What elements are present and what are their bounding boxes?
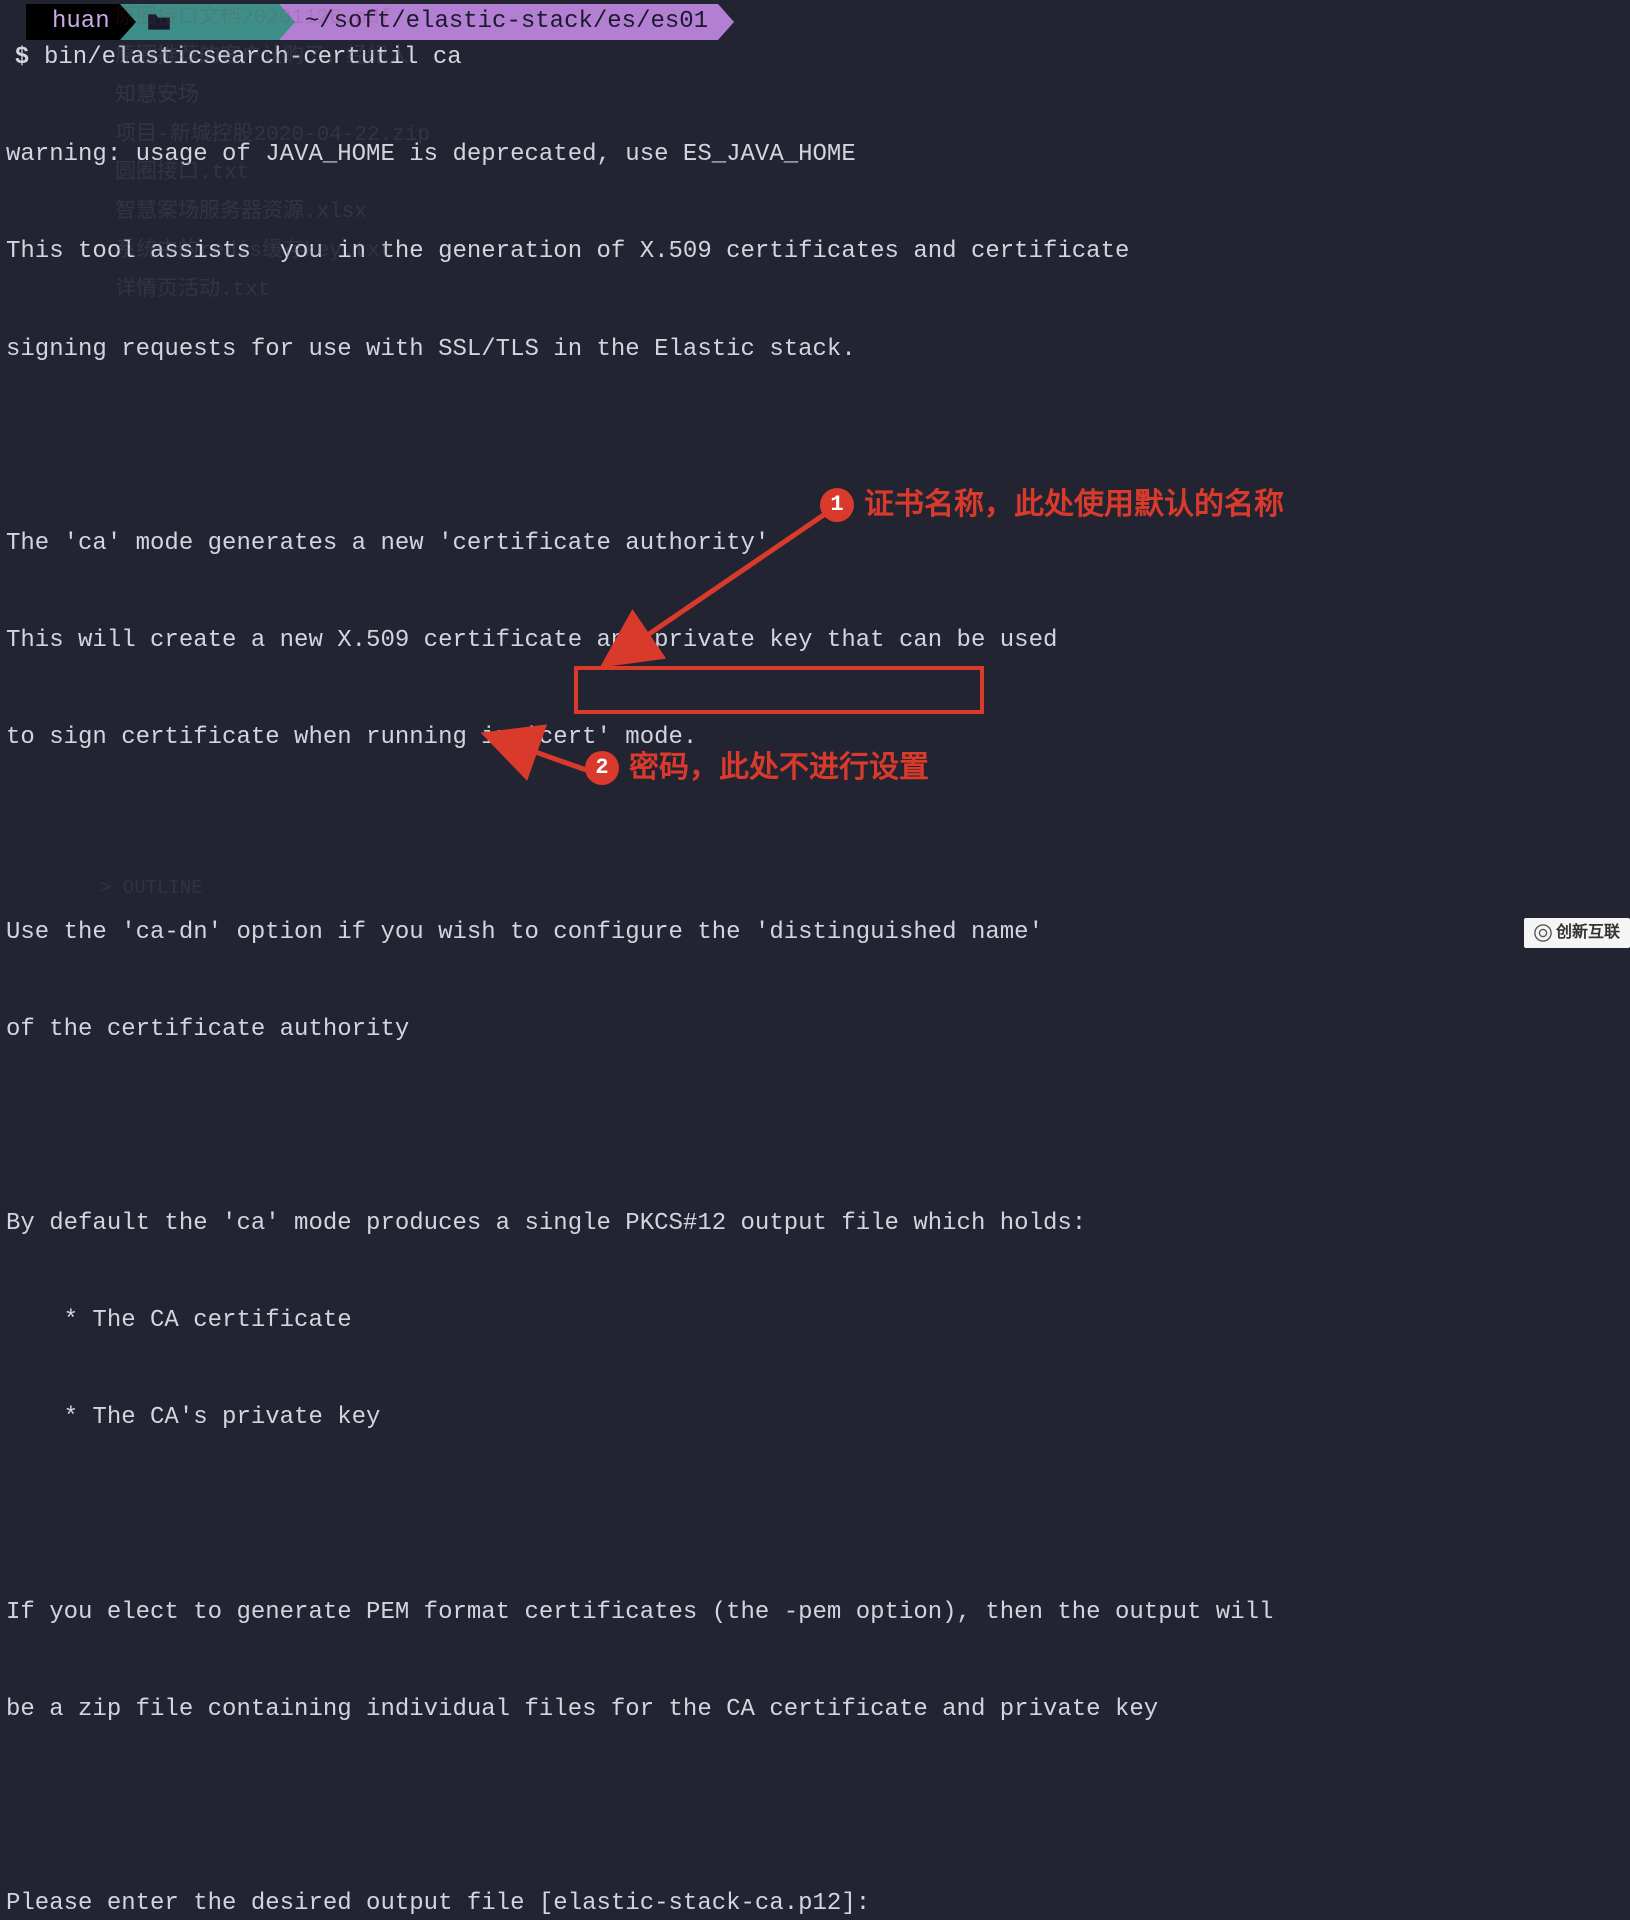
output-line: signing requests for use with SSL/TLS in… — [6, 334, 1630, 366]
output-line — [6, 819, 1630, 851]
command-text: bin/elasticsearch-certutil ca — [44, 42, 462, 74]
output-line: * The CA certificate — [6, 1305, 1630, 1337]
output-line: to sign certificate when running in 'cer… — [6, 722, 1630, 754]
output-line: * The CA's private key — [6, 1402, 1630, 1434]
prompt-user: huan — [42, 4, 120, 40]
prompt-symbol: $ — [10, 42, 34, 74]
command-line[interactable]: $ bin/elasticsearch-certutil ca — [4, 42, 1630, 74]
output-line: By default the 'ca' mode produces a sing… — [6, 1208, 1630, 1240]
output-line: of the certificate authority — [6, 1014, 1630, 1046]
output-line — [6, 1500, 1630, 1532]
output-line: If you elect to generate PEM format cert… — [6, 1597, 1630, 1629]
output-line: Use the 'ca-dn' option if you wish to co… — [6, 917, 1630, 949]
output-line: This will create a new X.509 certificate… — [6, 625, 1630, 657]
output-line: This tool assists you in the generation … — [6, 236, 1630, 268]
output-line — [6, 1111, 1630, 1143]
separator — [26, 4, 42, 40]
output-line — [6, 431, 1630, 463]
watermark: 创新互联 — [1524, 918, 1630, 948]
output-line: warning: usage of JAVA_HOME is deprecate… — [6, 139, 1630, 171]
output-line: The 'ca' mode generates a new 'certifica… — [6, 528, 1630, 560]
separator — [279, 4, 295, 40]
terminal-output: warning: usage of JAVA_HOME is deprecate… — [4, 74, 1630, 1920]
prompt-path: ~/soft/elastic-stack/es/es01 — [295, 4, 718, 40]
output-line: be a zip file containing individual file… — [6, 1694, 1630, 1726]
output-line — [6, 1791, 1630, 1823]
terminal[interactable]: huan ~/soft/elastic-stack/es/es01 $ bin/… — [0, 0, 1630, 1920]
separator — [120, 4, 136, 40]
prompt-line: huan ~/soft/elastic-stack/es/es01 — [4, 4, 1630, 40]
separator — [718, 4, 734, 40]
prompt-folder-seg — [136, 4, 279, 40]
output-line: Please enter the desired output file [el… — [6, 1888, 1630, 1920]
ghost-outline: > OUTLINE — [100, 876, 203, 902]
watermark-icon — [1534, 924, 1552, 942]
